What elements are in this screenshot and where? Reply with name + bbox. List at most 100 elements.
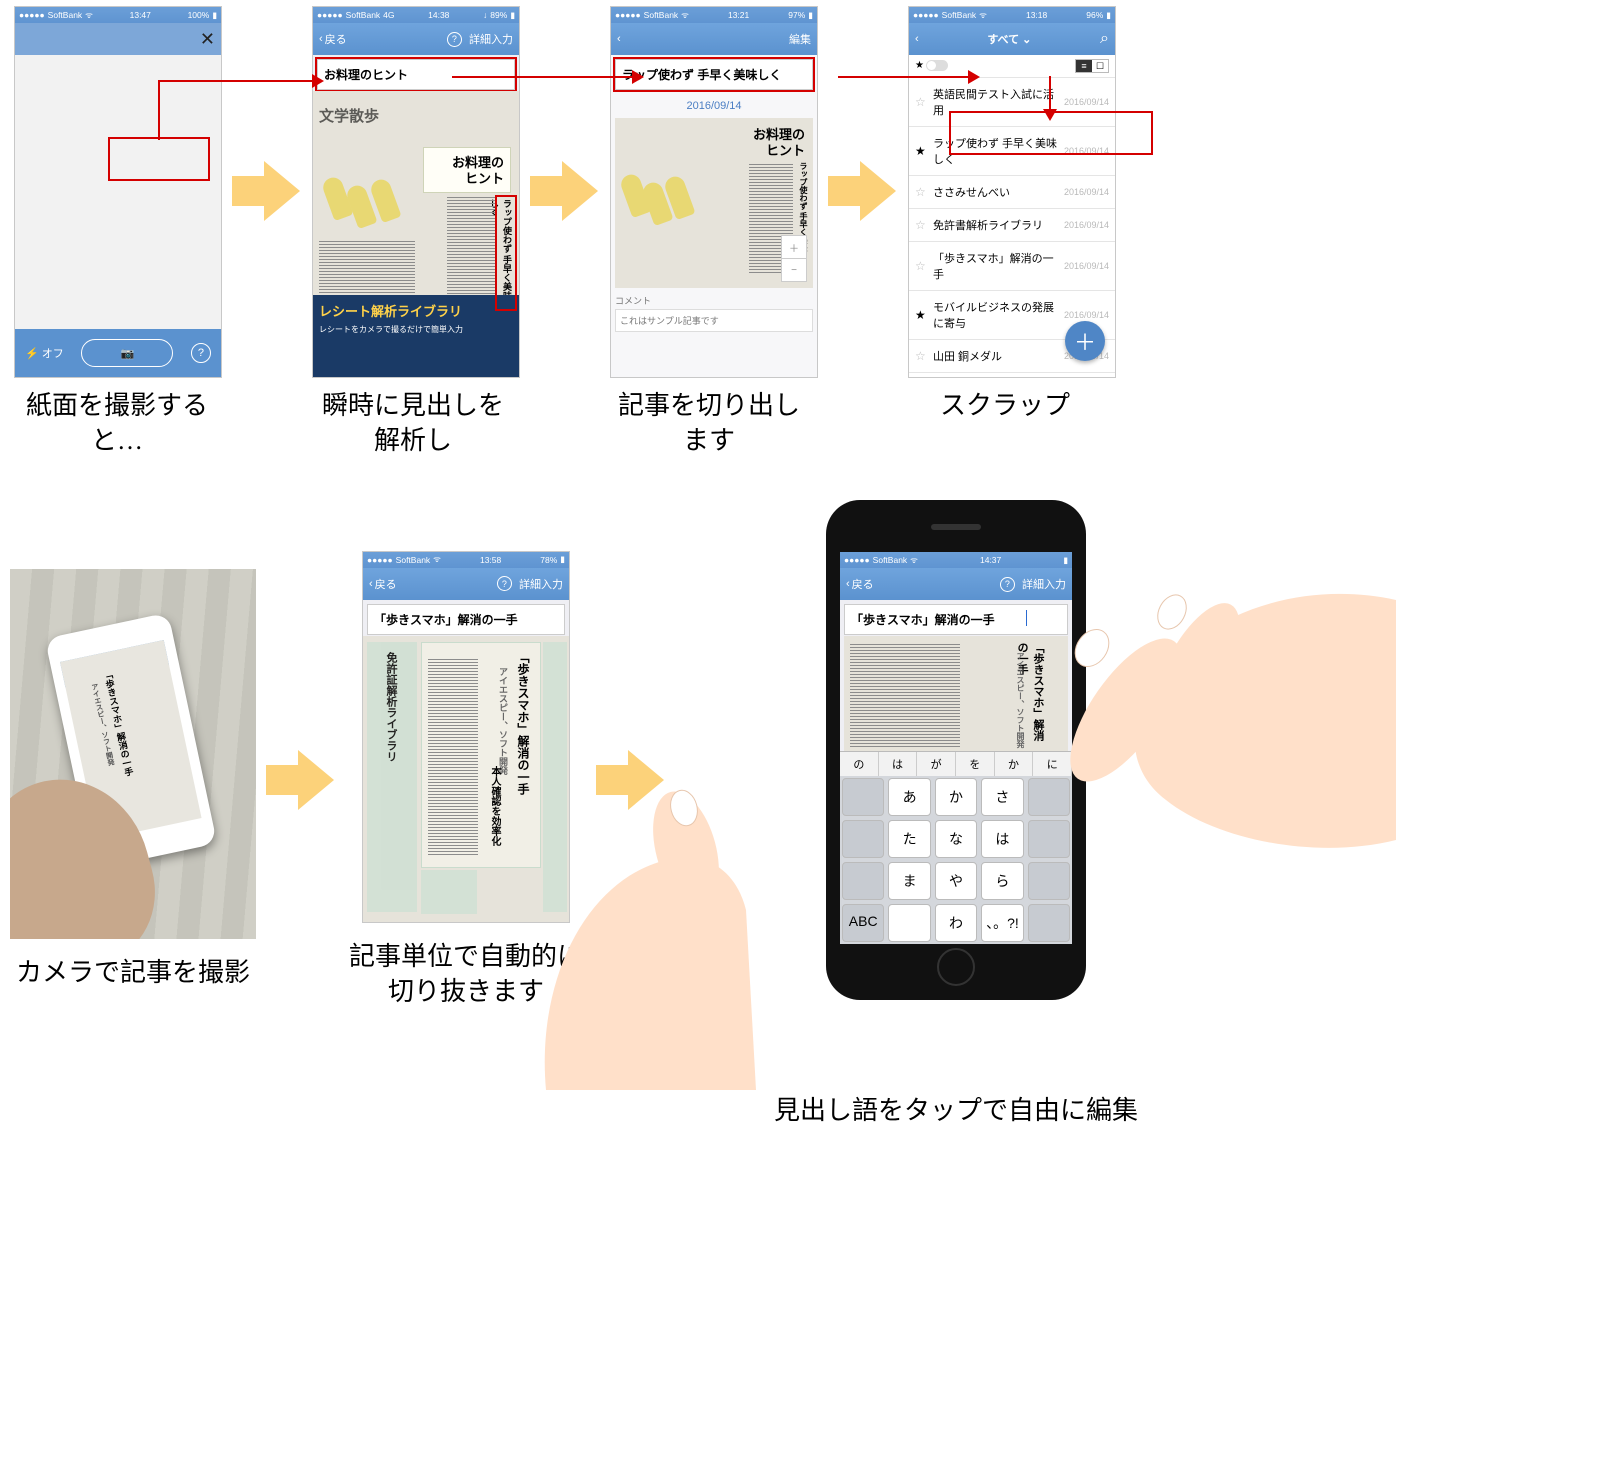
battery-icon: ▮ (1106, 10, 1111, 21)
kbd-key[interactable]: あ (888, 778, 930, 816)
navbar: ‹ 編集 (611, 23, 817, 55)
view-toggle[interactable]: ≡☐ (1075, 59, 1109, 73)
kbd-suggestion[interactable]: が (917, 752, 956, 776)
home-button[interactable] (937, 948, 975, 986)
edit-vsub: アイエスピー、ソフト開発 (1015, 652, 1026, 748)
back-button[interactable]: ‹ (617, 33, 621, 45)
kbd-suggestion[interactable]: か (995, 752, 1034, 776)
text-caret (1026, 610, 1027, 626)
comment-value[interactable]: これはサンプル記事です (615, 309, 813, 332)
kbd-key[interactable] (842, 862, 884, 900)
arrow-b1 (256, 595, 346, 965)
detail-button[interactable]: ? 詳細入力 (1000, 576, 1066, 592)
list-date: 2016/09/14 (1064, 261, 1109, 271)
kbd-key[interactable]: 、。?! (981, 904, 1023, 942)
kbd-key[interactable] (1028, 778, 1070, 816)
edit-illustration: ●●●●●SoftBankᯤ 14:37 ▮ ‹戻る ? 詳細入力 「歩きスマホ… (676, 500, 1236, 1060)
star-icon[interactable]: ★ (915, 308, 929, 322)
kbd-key[interactable]: ま (888, 862, 930, 900)
navbar: ‹戻る ? 詳細入力 (363, 568, 569, 600)
device-frame: ●●●●●SoftBankᯤ 14:37 ▮ ‹戻る ? 詳細入力 「歩きスマホ… (826, 500, 1086, 1000)
caption-1: 紙面を撮影すると… (14, 388, 220, 458)
add-button[interactable]: ＋ (1065, 321, 1105, 361)
back-button[interactable]: ‹戻る (369, 576, 397, 592)
list-title: ささみせんべい (933, 184, 1060, 200)
statusbar: ●●●●●SoftBankᯤ 13:58 78%▮ (363, 552, 569, 568)
red-arrow-b (452, 76, 632, 78)
star-icon[interactable]: ☆ (915, 349, 929, 363)
kbd-key[interactable]: な (935, 820, 977, 858)
detail-label: 詳細入力 (469, 31, 513, 47)
help-button[interactable]: ? (191, 343, 211, 363)
star-icon[interactable]: ☆ (915, 259, 929, 273)
clock: 13:21 (728, 10, 749, 20)
clock: 14:38 (428, 10, 449, 20)
list-item[interactable]: ☆免許書解析ライブラリ2016/09/14 (909, 209, 1115, 242)
kbd-key[interactable]: さ (981, 778, 1023, 816)
kbd-key[interactable] (888, 904, 930, 942)
red-arrow-c (838, 76, 968, 78)
statusbar: ●●●●●SoftBankᯤ 13:18 96%▮ (909, 7, 1115, 23)
shutter-button[interactable]: 📷 (81, 339, 173, 367)
kbd-key[interactable] (842, 778, 884, 816)
kbd-key[interactable] (842, 820, 884, 858)
kbd-key[interactable] (1028, 820, 1070, 858)
flash-toggle[interactable]: ⚡ オフ (25, 345, 64, 361)
detail-button[interactable]: ? 詳細入力 (497, 576, 563, 592)
help-icon: ? (497, 576, 512, 591)
segment-headline[interactable]: 「歩きスマホ」解消の一手 (367, 604, 565, 635)
zoom-out[interactable]: − (782, 259, 806, 281)
kbd-key[interactable]: た (888, 820, 930, 858)
caption-b1: カメラで記事を撮影 (10, 955, 256, 990)
kbd-key[interactable]: や (935, 862, 977, 900)
list-title: 「歩きスマホ」解消の一手 (933, 250, 1060, 282)
kbd-key[interactable]: ら (981, 862, 1023, 900)
back-button[interactable]: ‹戻る (319, 31, 347, 47)
clock: 14:37 (980, 555, 1001, 565)
keyboard[interactable]: のはがをかに あかさたなはまやらABCわ、。?! (840, 751, 1072, 944)
red-arrow-a-vert (158, 80, 160, 140)
kbd-suggestion[interactable]: は (879, 752, 918, 776)
kbd-key[interactable]: ABC (842, 904, 884, 942)
search-button[interactable]: ⌕ (1100, 30, 1109, 48)
star-filter-toggle[interactable]: ★ (915, 60, 948, 71)
star-icon[interactable]: ☆ (915, 95, 929, 109)
back-button[interactable]: ‹戻る (846, 576, 874, 592)
signal-dots: ●●●●● (317, 10, 343, 20)
kbd-key[interactable]: は (981, 820, 1023, 858)
zoom-control[interactable]: ＋ − (781, 235, 807, 282)
close-icon[interactable]: ✕ (200, 29, 215, 50)
star-icon[interactable]: ☆ (915, 218, 929, 232)
carrier: SoftBank (644, 10, 679, 20)
seg-honnin: 本人確認を効率化 (487, 766, 502, 886)
kbd-suggestion[interactable]: を (956, 752, 995, 776)
star-icon[interactable]: ☆ (915, 185, 929, 199)
list-title: 免許書解析ライブラリ (933, 217, 1060, 233)
star-icon[interactable]: ★ (915, 144, 929, 158)
navbar: ‹戻る ? 詳細入力 (840, 568, 1072, 600)
kbd-suggestion[interactable]: に (1033, 752, 1072, 776)
chevron-left-icon: ‹ (846, 578, 850, 590)
kbd-key[interactable]: か (935, 778, 977, 816)
chevron-down-icon[interactable]: ⌄ (1022, 34, 1031, 46)
seg-bottom (421, 870, 477, 914)
navbar-title: すべて (987, 34, 1019, 46)
chevron-left-icon: ‹ (369, 578, 373, 590)
statusbar: ●●●●●SoftBank4G 14:38 ↓89%▮ (313, 7, 519, 23)
edit-button[interactable]: 編集 (789, 31, 811, 47)
kbd-suggestion[interactable]: の (840, 752, 879, 776)
detail-button[interactable]: ? 詳細入力 (447, 31, 513, 47)
navbar: ‹戻る ? 詳細入力 (313, 23, 519, 55)
seg-left: 免許証解析ライブラリ (367, 642, 417, 912)
clip-image[interactable]: お料理の ヒント ラップ使わず 手早く美味しく ＋ − (615, 118, 813, 288)
zoom-in[interactable]: ＋ (782, 236, 806, 259)
list-item[interactable]: ☆ささみせんべい2016/09/14 (909, 176, 1115, 209)
headline-editor[interactable]: 「歩きスマホ」解消の一手 (844, 604, 1068, 635)
kbd-key[interactable] (1028, 904, 1070, 942)
kbd-key[interactable] (1028, 862, 1070, 900)
overlay-image: 文学散歩 お料理の ヒント ラップ使わず 手早く美味しく レシート解析ライブラリ… (313, 91, 519, 377)
headline-input[interactable]: お料理のヒント (317, 59, 515, 90)
list-item[interactable]: ☆ 「歩きスマホ」解消の一手 2016/09/14 (909, 242, 1115, 291)
kbd-suggestions[interactable]: のはがをかに (840, 751, 1072, 776)
kbd-key[interactable]: わ (935, 904, 977, 942)
